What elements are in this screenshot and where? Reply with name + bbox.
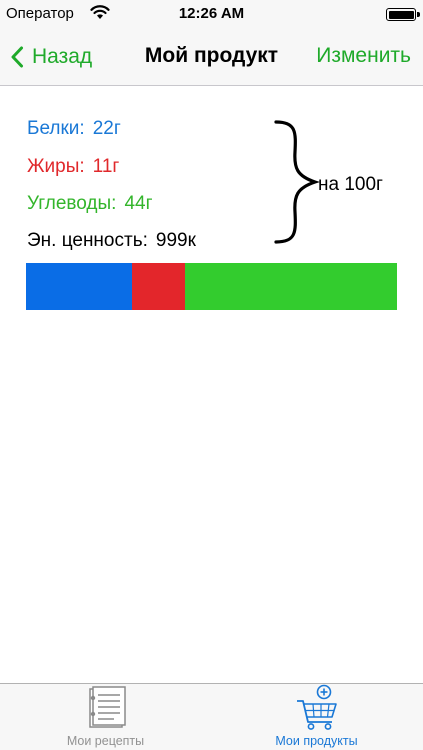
cart-add-icon [297,684,337,730]
protein-label: Белки: [27,118,85,139]
status-bar: Оператор 12:26 AM [0,0,423,30]
protein-value: 22г [92,118,121,139]
tab-my-recipes-label: Мои рецепты [66,734,145,748]
back-button-label: Назад [32,45,93,68]
carbs-label: Углеводы: [27,193,117,214]
edit-button[interactable]: Изменить [316,44,411,68]
chevron-left-icon [11,46,23,68]
status-time: 12:26 AM [178,5,245,22]
navigation-bar: Назад Мой продукт Изменить [0,30,423,86]
tab-my-recipes[interactable]: Мои рецепты [0,684,211,750]
fat-value: 11г [92,156,120,177]
carbs-segment [185,263,397,310]
carbs-value: 44г [124,193,153,214]
protein-segment [26,263,133,310]
protein-row: Белки: 22г [27,118,121,140]
energy-label: Эн. ценность: [27,230,148,251]
recipes-notepad-icon [89,686,126,728]
battery-icon [386,8,420,21]
tab-my-products-label: Мои продукты [275,734,358,748]
fat-segment [132,263,186,310]
tab-my-products[interactable]: Мои продукты [211,684,422,750]
energy-row: Эн. ценность: 999к [27,230,196,252]
energy-value: 999к [155,230,196,251]
tab-bar: Мои рецепты Мои продукты [0,683,423,750]
fat-row: Жиры: 11г [27,156,119,178]
carbs-row: Углеводы: 44г [27,193,153,215]
curly-brace-icon [274,120,320,244]
back-button[interactable]: Назад [10,42,92,72]
fat-label: Жиры: [27,156,85,177]
per-100g-label: на 100г [318,174,383,195]
composition-bar [26,263,397,310]
